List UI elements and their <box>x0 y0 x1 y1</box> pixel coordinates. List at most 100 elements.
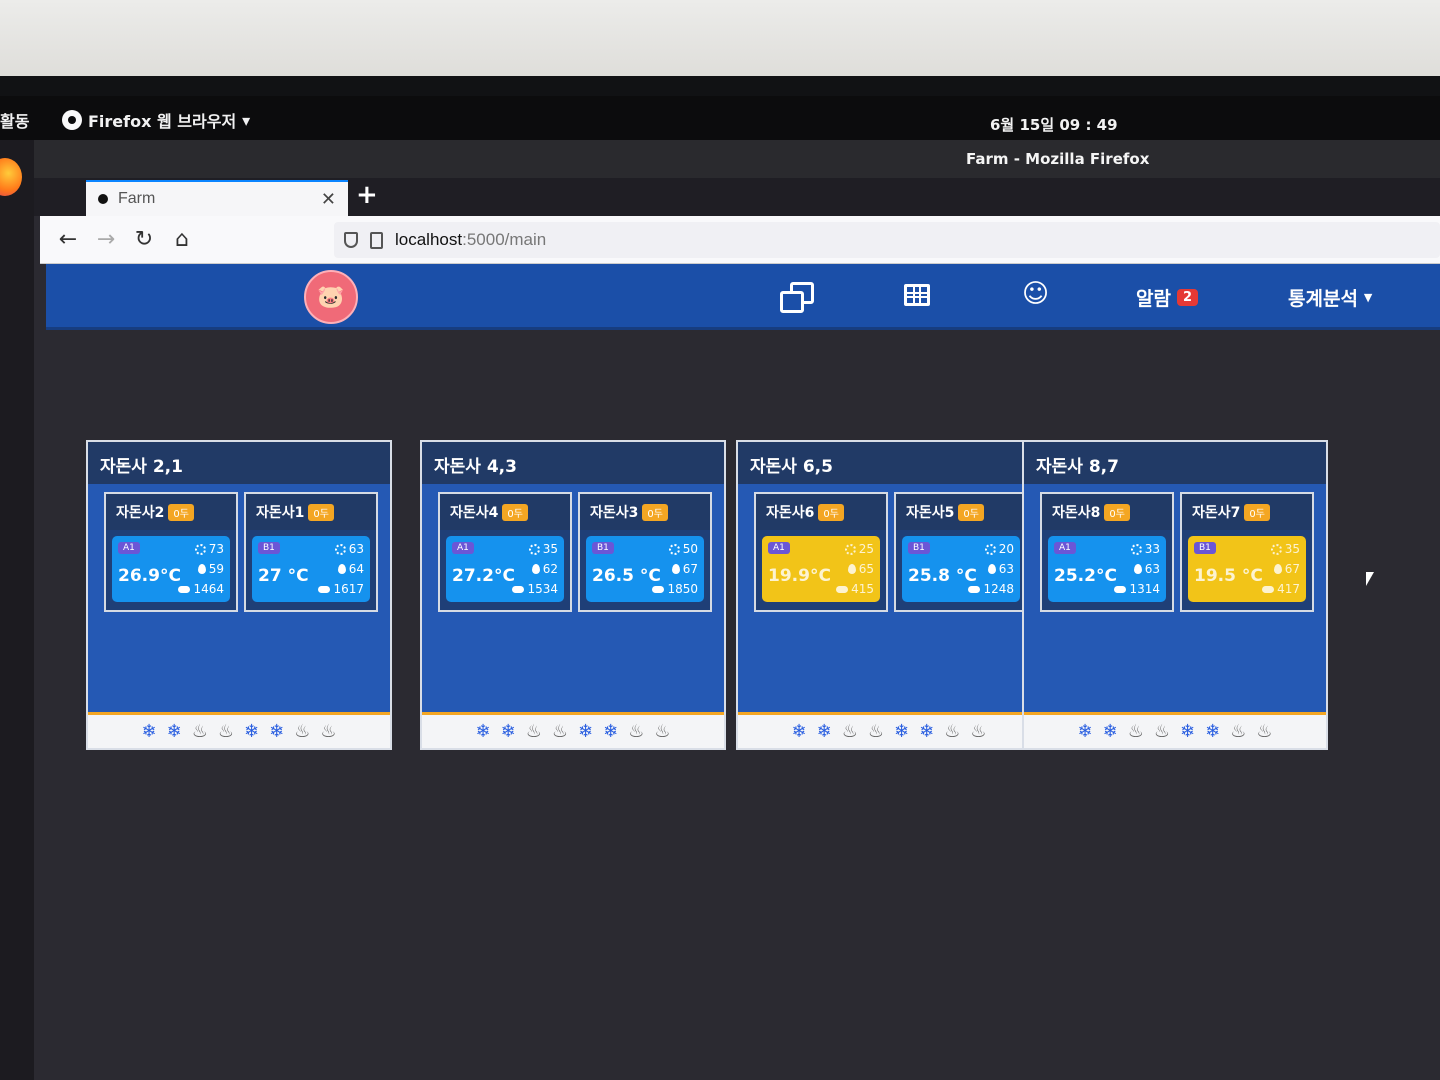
barn-title: 자돈사 6,5 <box>738 442 1040 484</box>
room-panel[interactable]: 자돈사3 0두 B1 26.5 °C 50 67 1850 <box>578 492 712 612</box>
temperature-value: 25.8 °C <box>908 566 977 586</box>
snowflake-icon[interactable]: ❄ <box>142 721 157 742</box>
back-icon[interactable]: ← <box>52 224 84 256</box>
snowflake-icon[interactable]: ❄ <box>578 721 593 742</box>
snowflake-icon[interactable]: ❄ <box>1205 721 1220 742</box>
fan-stat: 35 <box>1270 542 1300 556</box>
heater-icon[interactable]: ♨ <box>842 721 858 742</box>
fan-stat: 50 <box>668 542 698 556</box>
clock[interactable]: 6월 15일 09 : 49 <box>990 114 1118 135</box>
sensor-card[interactable]: A1 26.9°C 73 59 1464 <box>112 536 230 602</box>
table-icon[interactable] <box>904 284 930 306</box>
age-badge: 0두 <box>168 503 194 521</box>
snowflake-icon[interactable]: ❄ <box>501 721 516 742</box>
heater-icon[interactable]: ♨ <box>1256 721 1272 742</box>
heater-icon[interactable]: ♨ <box>944 721 960 742</box>
tab-farm[interactable]: Farm ✕ <box>86 180 348 216</box>
reload-icon[interactable]: ↻ <box>128 224 160 256</box>
room-panel[interactable]: 자돈사7 0두 B1 19.5 °C 35 67 417 <box>1180 492 1314 612</box>
firefox-dock-icon[interactable] <box>0 158 22 196</box>
windows-icon[interactable] <box>780 282 814 313</box>
heater-icon[interactable]: ♨ <box>218 721 234 742</box>
close-tab-icon[interactable]: ✕ <box>321 189 336 210</box>
snowflake-icon[interactable]: ❄ <box>476 721 491 742</box>
fan-icon <box>194 543 206 555</box>
window-titlebar[interactable]: Farm - Mozilla Firefox <box>34 140 1440 178</box>
snowflake-icon[interactable]: ❄ <box>244 721 259 742</box>
humidity-stat: 67 <box>1273 562 1300 576</box>
heater-icon[interactable]: ♨ <box>868 721 884 742</box>
shield-icon[interactable] <box>344 232 358 248</box>
heater-icon[interactable]: ♨ <box>552 721 568 742</box>
heater-icon[interactable]: ♨ <box>320 721 336 742</box>
stats-menu[interactable]: 통계분석 ▼ <box>1288 284 1372 311</box>
room-panel[interactable]: 자돈사8 0두 A1 25.2°C 33 63 1314 <box>1040 492 1174 612</box>
activities-button[interactable]: 활동 <box>0 108 29 132</box>
heater-icon[interactable]: ♨ <box>526 721 542 742</box>
heater-icon[interactable]: ♨ <box>628 721 644 742</box>
url-bar[interactable]: localhost:5000/main <box>334 222 1440 258</box>
heater-icon[interactable]: ♨ <box>1154 721 1170 742</box>
co2-value: 415 <box>851 582 874 596</box>
cloud-icon <box>1114 585 1127 593</box>
heater-icon[interactable]: ♨ <box>1230 721 1246 742</box>
heater-icon[interactable]: ♨ <box>654 721 670 742</box>
humidity-value: 64 <box>348 562 364 576</box>
heater-icon[interactable]: ♨ <box>1128 721 1144 742</box>
snowflake-icon[interactable]: ❄ <box>1180 721 1195 742</box>
droplet-icon <box>987 564 996 574</box>
room-panel[interactable]: 자돈사5 0두 B1 25.8 °C 20 63 1248 <box>894 492 1028 612</box>
page-info-icon[interactable] <box>370 231 383 249</box>
app-menu[interactable]: Firefox 웹 브라우저 ▾ <box>62 108 250 132</box>
fan-value: 35 <box>1284 542 1300 556</box>
sensor-card[interactable]: A1 27.2°C 35 62 1534 <box>446 536 564 602</box>
sensor-card[interactable]: B1 27 °C 63 64 1617 <box>252 536 370 602</box>
room-panel[interactable]: 자돈사6 0두 A1 19.9°C 25 65 415 <box>754 492 888 612</box>
humidity-value: 67 <box>1284 562 1300 576</box>
humidity-value: 63 <box>1144 562 1160 576</box>
sensor-badge: B1 <box>908 542 930 554</box>
heater-icon[interactable]: ♨ <box>192 721 208 742</box>
url-text[interactable]: localhost:5000/main <box>395 230 546 250</box>
room-panel[interactable]: 자돈사2 0두 A1 26.9°C 73 59 1464 <box>104 492 238 612</box>
sensor-card[interactable]: B1 26.5 °C 50 67 1850 <box>586 536 704 602</box>
desktop-screen: 활동 Firefox 웹 브라우저 ▾ 6월 15일 09 : 49 Farm … <box>0 96 1440 1080</box>
sensor-card[interactable]: A1 25.2°C 33 63 1314 <box>1048 536 1166 602</box>
co2-stat: 1617 <box>318 582 364 596</box>
sensor-card[interactable]: A1 19.9°C 25 65 415 <box>762 536 880 602</box>
web-content: 🐷 ☺ 알람 2 통계분석 ▼ 자돈사 2,1 자돈사2 0두 A1 26.9°… <box>46 264 1440 1080</box>
new-tab-button[interactable]: + <box>356 180 378 210</box>
sensor-badge: B1 <box>592 542 614 554</box>
snowflake-icon[interactable]: ❄ <box>792 721 807 742</box>
home-icon[interactable]: ⌂ <box>166 224 198 256</box>
snowflake-icon[interactable]: ❄ <box>167 721 182 742</box>
sensor-card[interactable]: B1 19.5 °C 35 67 417 <box>1188 536 1306 602</box>
snowflake-icon[interactable]: ❄ <box>919 721 934 742</box>
snowflake-icon[interactable]: ❄ <box>1103 721 1118 742</box>
room-panel[interactable]: 자돈사1 0두 B1 27 °C 63 64 1617 <box>244 492 378 612</box>
forward-icon[interactable]: → <box>90 224 122 256</box>
smile-icon[interactable]: ☺ <box>1022 280 1049 308</box>
co2-value: 1534 <box>527 582 558 596</box>
sensor-card[interactable]: B1 25.8 °C 20 63 1248 <box>902 536 1020 602</box>
snowflake-icon[interactable]: ❄ <box>603 721 618 742</box>
barn-panel: 자돈사 6,5 자돈사6 0두 A1 19.9°C 25 65 415 자돈사5… <box>736 440 1042 750</box>
pig-logo[interactable]: 🐷 <box>304 270 358 324</box>
fan-icon <box>668 543 680 555</box>
heater-icon[interactable]: ♨ <box>970 721 986 742</box>
sensor-badge: B1 <box>258 542 280 554</box>
droplet-icon <box>671 564 680 574</box>
cloud-icon <box>968 585 981 593</box>
room-panel[interactable]: 자돈사4 0두 A1 27.2°C 35 62 1534 <box>438 492 572 612</box>
snowflake-icon[interactable]: ❄ <box>817 721 832 742</box>
fan-icon <box>984 543 996 555</box>
barn-title: 자돈사 4,3 <box>422 442 724 484</box>
snowflake-icon[interactable]: ❄ <box>1078 721 1093 742</box>
room-list: 자돈사2 0두 A1 26.9°C 73 59 1464 자돈사1 0두 B1 … <box>104 492 378 612</box>
alarm-menu[interactable]: 알람 2 <box>1136 284 1199 311</box>
mouse-cursor <box>1366 572 1374 586</box>
cloud-icon <box>652 585 665 593</box>
snowflake-icon[interactable]: ❄ <box>269 721 284 742</box>
heater-icon[interactable]: ♨ <box>294 721 310 742</box>
snowflake-icon[interactable]: ❄ <box>894 721 909 742</box>
